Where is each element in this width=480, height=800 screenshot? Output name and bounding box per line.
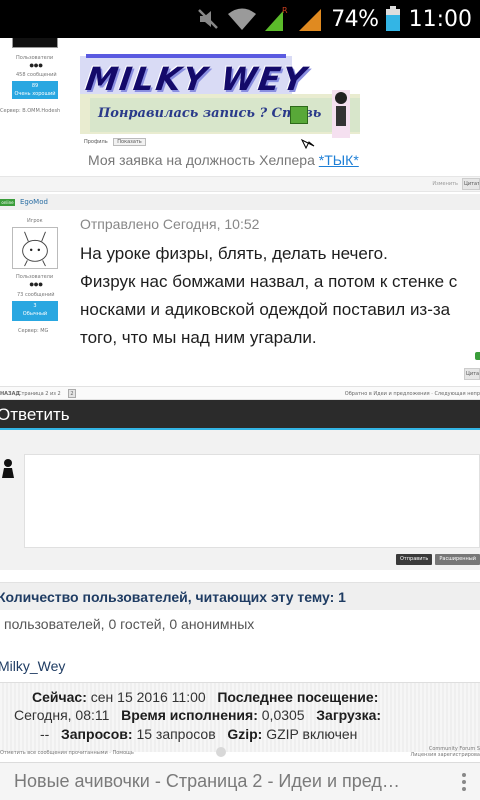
load-label: Загрузка: xyxy=(316,707,382,723)
rank-pips: ●●● xyxy=(29,60,43,70)
pagination-bar: НАЗАД Страница 2 из 2 2 Обратно в Идеи и… xyxy=(0,386,480,400)
now-value: сен 15 2016 11:00 xyxy=(90,689,206,705)
signature-text: Моя заявка на должность Хелпера xyxy=(88,152,319,168)
reply-header: Ответить xyxy=(0,400,480,430)
post-line: Физрук нас бомжами назвал, а потом к сте… xyxy=(80,272,458,291)
exec-time-label: Время исполнения: xyxy=(121,707,258,723)
post-line: На уроке физры, блять, делать нечего. xyxy=(80,244,388,263)
reply-area: Отправить Расширенный xyxy=(0,430,480,570)
now-label: Сейчас: xyxy=(32,689,87,705)
avatar[interactable] xyxy=(12,38,58,48)
forum-stats: Сейчас: сен 15 2016 11:00 Последнее посе… xyxy=(0,682,480,752)
post-count: 458 сообщений xyxy=(16,72,57,78)
scroll-top-icon[interactable] xyxy=(216,747,226,757)
signature-girl-figure xyxy=(332,90,350,138)
stats-row: -- Запросов: 15 запросов Gzip: GZIP вклю… xyxy=(40,726,357,742)
load-value: -- xyxy=(40,726,50,742)
quote-button[interactable]: Цитата xyxy=(464,368,480,380)
queries-label: Запросов: xyxy=(61,726,133,742)
readers-summary: пользователей, 0 гостей, 0 анонимных xyxy=(4,616,255,632)
post-date: Отправлено Сегодня, 10:52 xyxy=(80,216,260,232)
signature-like-text: Понравилась запись ? Ставь xyxy=(98,106,322,121)
signature-title: MILKY WEY xyxy=(83,60,311,98)
status-icons: R 74% 11:00 xyxy=(195,0,480,38)
reputation-value: 89 xyxy=(31,83,39,89)
server-info: Сервер: MG xyxy=(18,328,49,334)
exec-time-value: 0,0305 xyxy=(261,707,305,723)
reputation-badge: 89 Очень хороший xyxy=(12,81,58,99)
thumbs-up-icon[interactable] xyxy=(290,106,308,124)
server-info: Сервер: B.OMM.Hodesh xyxy=(0,108,61,114)
profile-label: Профиль xyxy=(84,139,108,145)
reader-username[interactable]: Milky_Wey xyxy=(0,658,65,674)
post-body: На уроке физры, блять, делать нечего. Фи… xyxy=(80,240,480,352)
edit-button[interactable]: Изменить xyxy=(432,181,458,187)
user-role: Игрок xyxy=(27,218,43,224)
status-bar: R 74% 11:00 xyxy=(0,0,480,38)
send-button[interactable]: Отправить xyxy=(395,554,433,565)
online-badge: online xyxy=(0,199,15,206)
profile-row: Профиль Показать xyxy=(84,138,146,146)
wifi-icon xyxy=(228,8,257,30)
like-indicator[interactable] xyxy=(475,352,480,360)
signature-link-line: Моя заявка на должность Хелпера *ТЫК* xyxy=(88,152,359,168)
show-profile-button[interactable]: Показать xyxy=(113,138,146,146)
footer-copyright: Community Forum S Лицензия зарегистриров… xyxy=(411,746,480,758)
browser-title-bar: Новые ачивочки - Страница 2 - Идеи и пре… xyxy=(0,762,480,800)
forum-page: Пользователи ●●● 458 сообщений 89 Очень … xyxy=(0,38,480,762)
author-name[interactable]: EgoMod xyxy=(20,198,48,206)
mute-icon xyxy=(198,9,219,29)
page-title[interactable]: Новые ачивочки - Страница 2 - Идеи и пре… xyxy=(14,771,408,792)
readers-title: Количество пользователей, читающих эту т… xyxy=(0,589,346,605)
reputation-label: Обычный xyxy=(22,311,48,317)
svg-text:R: R xyxy=(282,6,288,15)
post-actions-bar: Изменить Цитата xyxy=(0,176,480,192)
user-avatar-icon xyxy=(2,459,14,478)
quote-button[interactable]: Цитата xyxy=(462,178,480,190)
reply-title: Ответить xyxy=(0,405,70,424)
signal-icon: R xyxy=(265,6,288,31)
overflow-menu-icon[interactable] xyxy=(420,763,480,800)
queries-value: 15 запросов xyxy=(136,726,216,742)
post-author-strip: online EgoMod xyxy=(0,194,480,210)
forum-post: Игрок Пользователи ●●● 73 сообщений 3 Об… xyxy=(0,210,480,386)
reputation-label: Очень хороший xyxy=(14,91,56,97)
page-button[interactable]: 2 xyxy=(68,389,76,398)
back-link[interactable]: НАЗАД xyxy=(0,391,20,397)
last-visit-label: Последнее посещение: xyxy=(217,689,379,705)
forum-post: Пользователи ●●● 458 сообщений 89 Очень … xyxy=(0,38,480,178)
clock: 11:00 xyxy=(408,6,472,32)
stats-row: Сейчас: сен 15 2016 11:00 Последнее посе… xyxy=(32,689,378,705)
roaming-signal-icon xyxy=(299,9,322,31)
post-count: 73 сообщений xyxy=(17,292,55,298)
page-indicator: Страница 2 из 2 xyxy=(18,391,61,397)
extended-reply-button[interactable]: Расширенный xyxy=(435,554,480,565)
post-line: того, что мы над ним угарали. xyxy=(80,328,317,347)
reputation-badge: 3 Обычный xyxy=(12,301,58,321)
avatar[interactable] xyxy=(12,227,58,269)
last-visit-value: Сегодня, 08:11 xyxy=(14,707,110,723)
page-footer: Отметить все сообщения прочитанными · По… xyxy=(0,746,480,760)
battery-icon xyxy=(385,6,400,31)
footer-copyright-2: Лицензия зарегистрирова xyxy=(410,752,480,758)
readers-heading: Количество пользователей, читающих эту т… xyxy=(0,582,480,610)
gzip-label: Gzip: xyxy=(227,726,263,742)
reputation-value: 3 xyxy=(33,303,37,309)
signature-link[interactable]: *ТЫК* xyxy=(319,152,359,168)
breadcrumb[interactable]: Обратно в Идеи и предложения · Следующая… xyxy=(345,391,480,397)
footer-links[interactable]: Отметить все сообщения прочитанными · По… xyxy=(0,750,134,756)
post-line: носками и адиковской одеждой поставил из… xyxy=(80,300,451,319)
reader-user-link[interactable]: Milky_Wey xyxy=(0,658,67,674)
reply-buttons: Отправить Расширенный xyxy=(395,554,480,565)
stats-row: Сегодня, 08:11 Время исполнения: 0,0305 … xyxy=(14,707,381,723)
rank-pips: ●●● xyxy=(29,279,43,289)
reply-textarea[interactable] xyxy=(24,454,480,548)
battery-percent: 74% xyxy=(331,6,379,32)
gzip-value: GZIP включен xyxy=(266,726,358,742)
